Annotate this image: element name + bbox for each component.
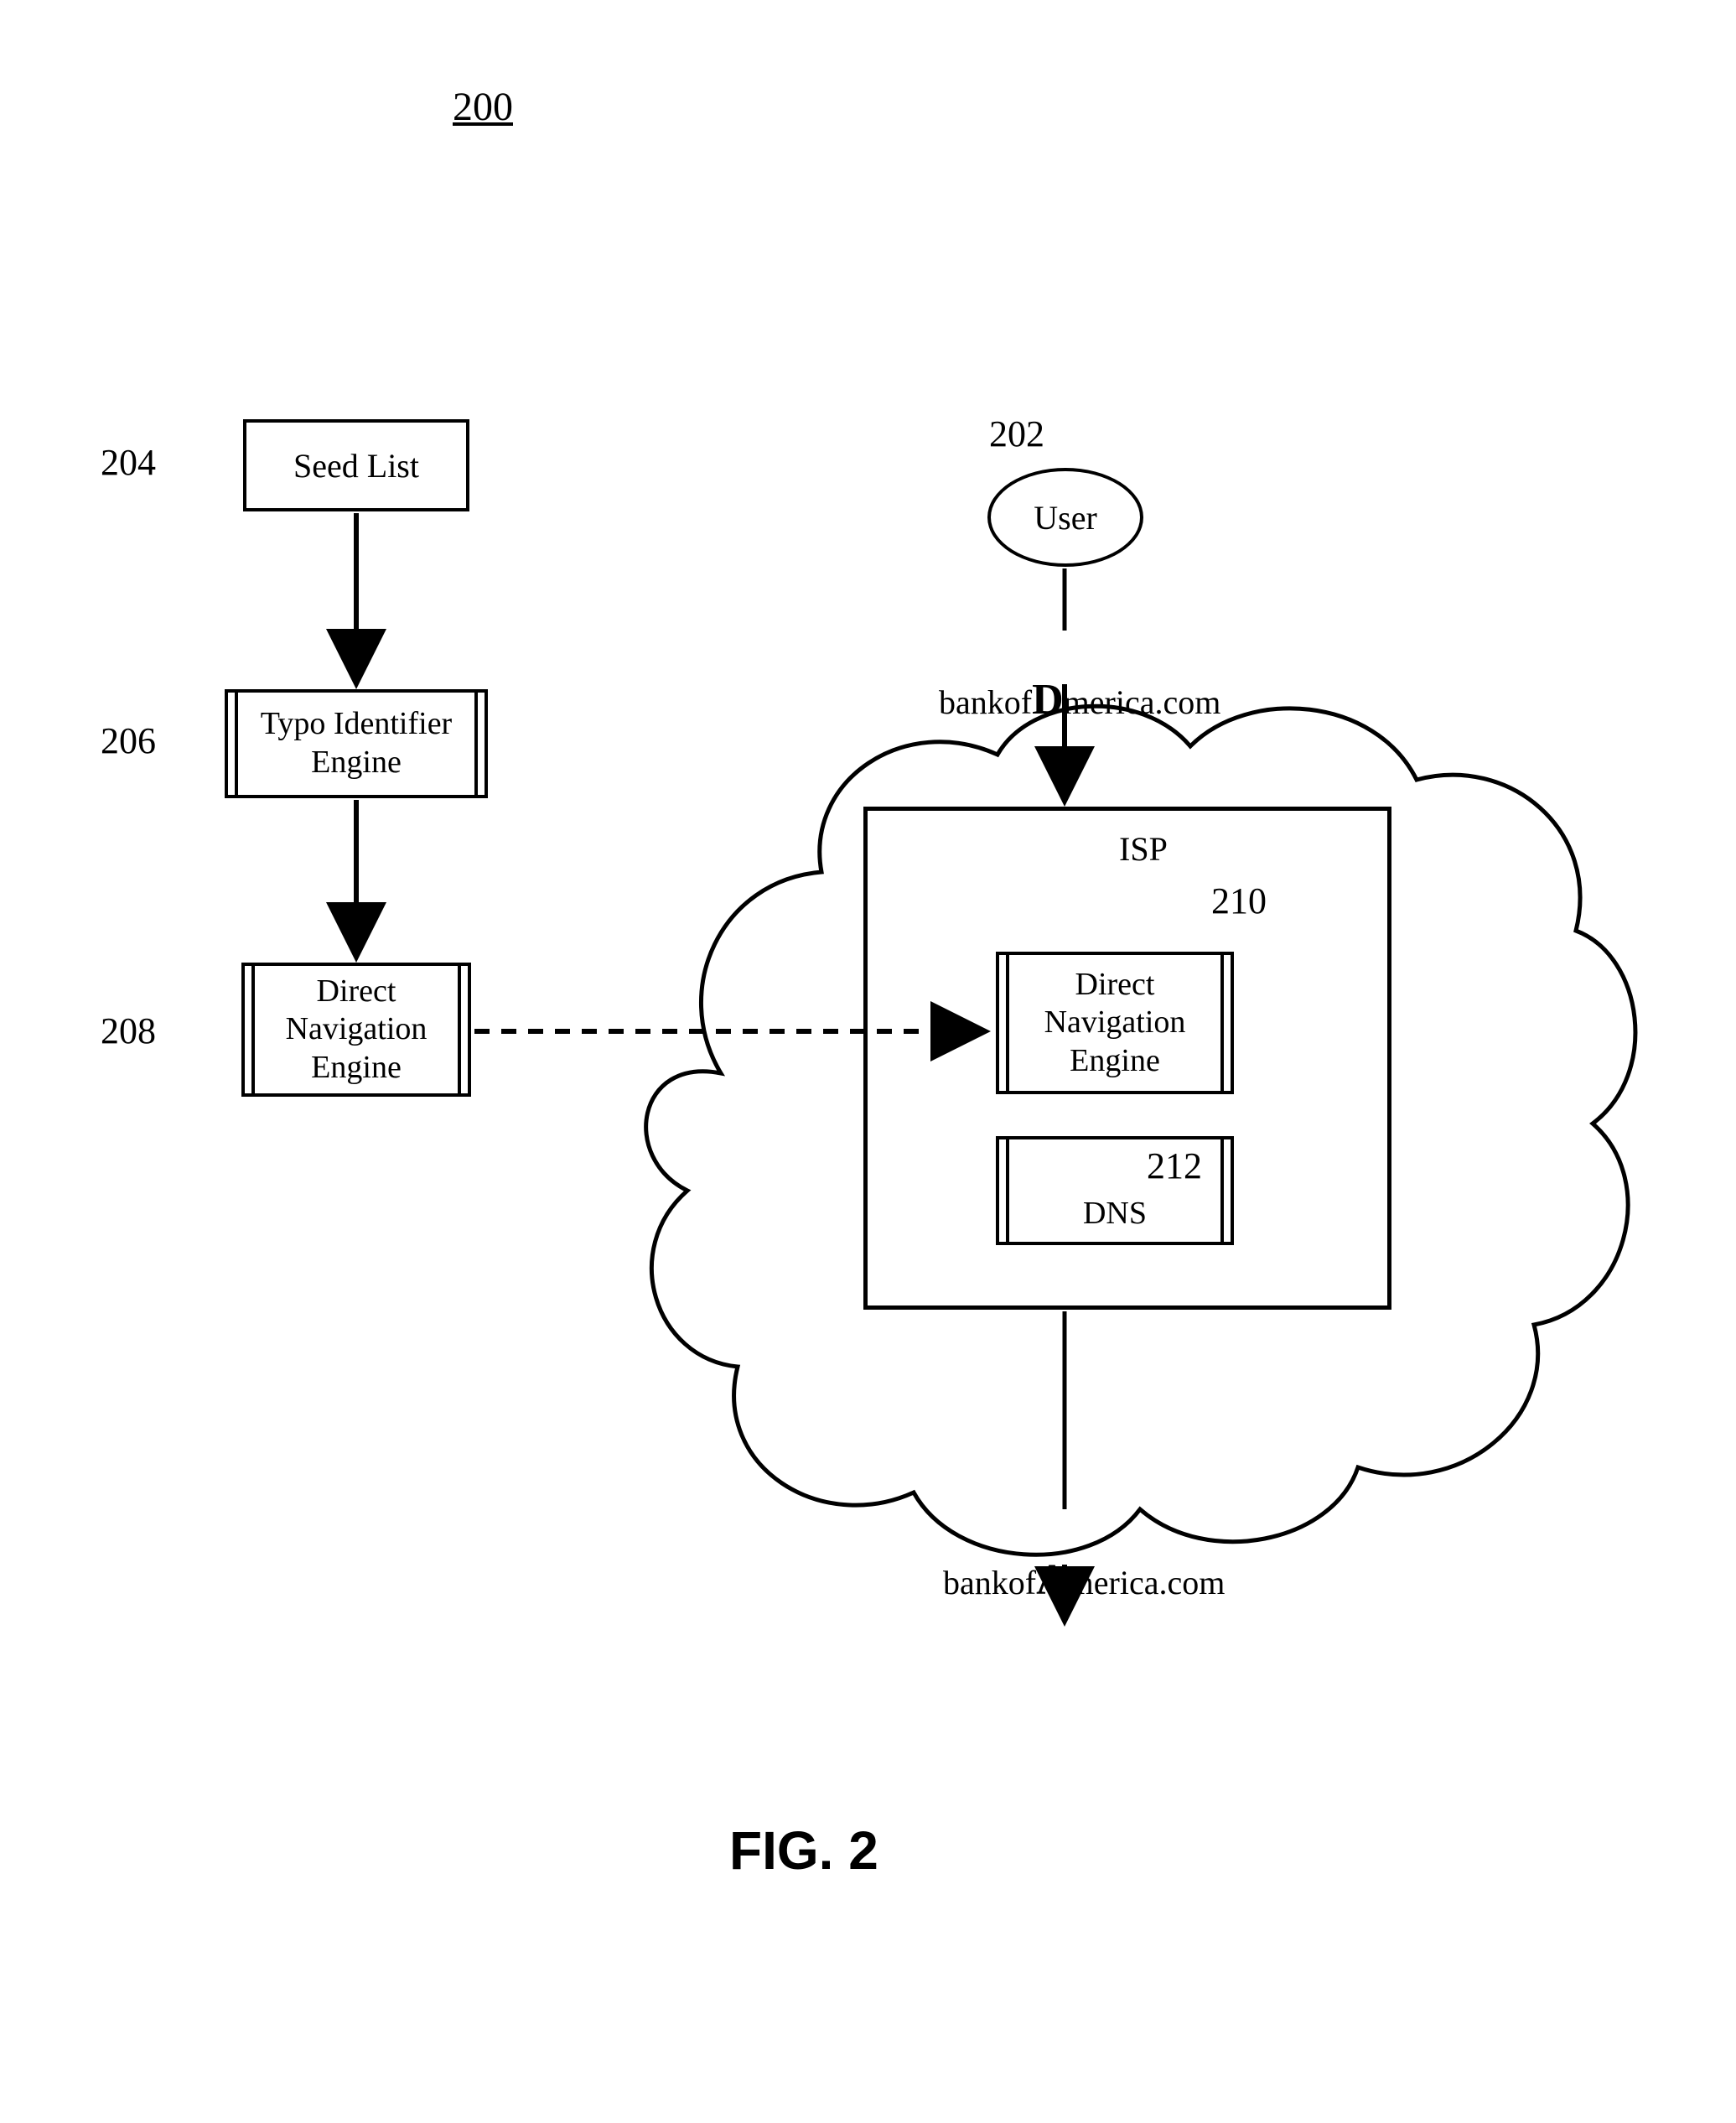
ref-204: 204 [101, 441, 156, 484]
user-label: User [1034, 498, 1097, 537]
dns-label: DNS [1024, 1195, 1205, 1233]
typo-domain-em: D [1032, 676, 1064, 724]
typo-domain-prefix: bankof [939, 683, 1032, 721]
direct-navigation-engine-left-label: Direct Navigation Engine [251, 963, 461, 1097]
figure-caption: FIG. 2 [729, 1819, 878, 1882]
isp-label: ISP [1119, 829, 1168, 869]
ref-210: 210 [1211, 880, 1267, 922]
typo-domain-text: bankofDmerica.com [905, 636, 1220, 764]
ref-202: 202 [989, 413, 1044, 455]
correct-domain-suffix: merica.com [1068, 1564, 1226, 1601]
direct-navigation-engine-left: Direct Navigation Engine [251, 963, 461, 1097]
user-node: User [987, 468, 1143, 567]
correct-domain-text: bankofAmerica.com [909, 1516, 1225, 1644]
isp-box: ISP 210 Direct Navigation Engine 212 DNS [863, 807, 1391, 1310]
seed-list-label: Seed List [293, 446, 419, 485]
typo-identifier-engine: Typo Identifier Engine [235, 689, 478, 798]
ref-208: 208 [101, 1010, 156, 1052]
figure-number: 200 [453, 84, 513, 130]
correct-domain-prefix: bankof [943, 1564, 1036, 1601]
dns-box: 212 DNS [1006, 1136, 1224, 1245]
ref-206: 206 [101, 719, 156, 762]
typo-identifier-engine-label: Typo Identifier Engine [235, 689, 478, 798]
direct-navigation-engine-right-label: Direct Navigation Engine [1006, 952, 1224, 1094]
typo-domain-suffix: merica.com [1064, 683, 1221, 721]
correct-domain-em: A [1036, 1556, 1068, 1604]
direct-navigation-engine-right: Direct Navigation Engine [1006, 952, 1224, 1094]
seed-list-box: Seed List [243, 419, 469, 511]
ref-212: 212 [1147, 1145, 1202, 1189]
